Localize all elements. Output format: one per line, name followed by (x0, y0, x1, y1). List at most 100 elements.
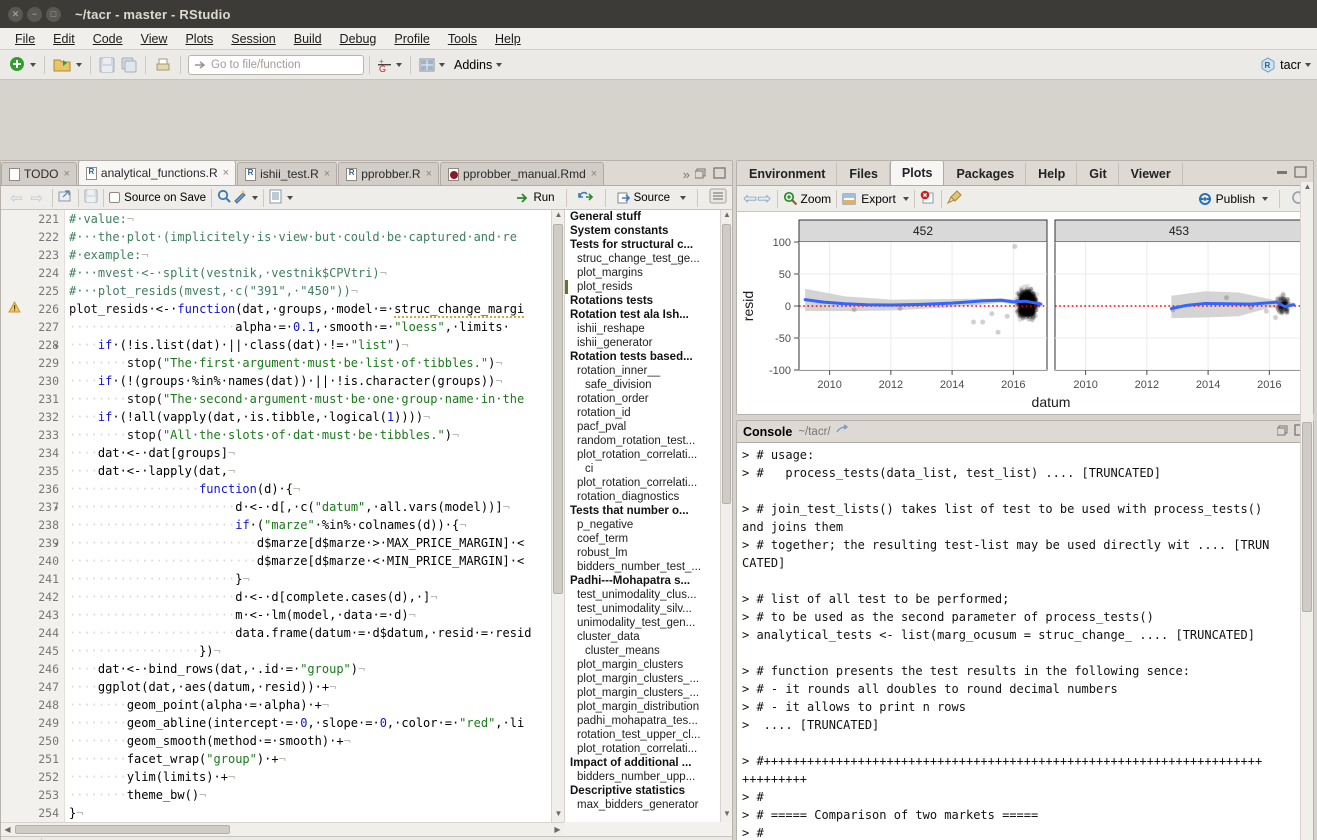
goto-file-function-input[interactable]: Go to file/function (188, 54, 364, 75)
outline-item[interactable]: cluster_data (565, 630, 732, 644)
outline-item[interactable]: pacf_pval (565, 420, 732, 434)
outline-item[interactable]: random_rotation_test... (565, 434, 732, 448)
outline-item[interactable]: ishii_reshape (565, 322, 732, 336)
outline-item[interactable]: padhi_mohapatra_tes... (565, 714, 732, 728)
outline-item[interactable]: plot_rotation_correlati... (565, 476, 732, 490)
minimize-pane-icon[interactable] (694, 167, 708, 182)
editor-tab-todo[interactable]: TODO × (1, 162, 77, 185)
clear-all-plots-icon[interactable] (946, 189, 963, 208)
outline-vertical-scrollbar[interactable]: ▲ ▼ (720, 210, 732, 822)
outline-item[interactable]: rotation_order (565, 392, 732, 406)
compile-report-icon[interactable] (269, 189, 283, 207)
close-tab-icon[interactable]: × (324, 168, 330, 180)
project-selector[interactable]: R tacr (1260, 56, 1311, 73)
scroll-up-icon[interactable]: ▲ (721, 210, 732, 223)
maximize-pane-icon[interactable] (713, 167, 726, 182)
outline-item[interactable]: cluster_means (565, 644, 732, 658)
outline-item[interactable]: General stuff (565, 210, 732, 224)
publish-button[interactable]: Publish (1197, 192, 1268, 206)
outline-item[interactable]: struc_change_test_ge... (565, 252, 732, 266)
zoom-plot-button[interactable]: Zoom (783, 191, 831, 206)
outline-item[interactable]: plot_margin_clusters (565, 658, 732, 672)
tab-git[interactable]: Git (1077, 162, 1119, 185)
chevron-down-icon[interactable] (496, 62, 503, 67)
pane-layout-button[interactable] (416, 57, 448, 73)
source-on-save-checkbox[interactable] (109, 192, 121, 203)
menu-session[interactable]: Session (222, 30, 284, 48)
code-text-area[interactable]: #·value:¬ #···the·plot·(implicitely·is·vi… (65, 210, 564, 822)
menu-view[interactable]: View (132, 30, 177, 48)
forward-icon[interactable]: ⇨ (27, 189, 48, 207)
diagnostic-warning-icon[interactable] (1, 300, 27, 318)
tab-plots[interactable]: Plots (889, 160, 945, 185)
outline-item[interactable]: rotation_diagnostics (565, 490, 732, 504)
open-working-dir-icon[interactable] (835, 424, 850, 439)
outline-item[interactable]: Padhi---Mohapatra s... (565, 574, 732, 588)
tab-help[interactable]: Help (1026, 162, 1078, 185)
close-icon[interactable]: ✕ (8, 6, 23, 22)
editor-scroll-thumb[interactable] (553, 224, 563, 594)
outline-item[interactable]: ci (565, 462, 732, 476)
chevron-down-icon[interactable] (902, 196, 909, 201)
back-icon[interactable]: ⇦ (6, 189, 27, 207)
chevron-down-icon[interactable] (30, 62, 36, 67)
tab-environment[interactable]: Environment (737, 162, 838, 185)
new-file-button[interactable] (6, 55, 39, 74)
outline-item[interactable]: plot_margin_clusters_... (565, 672, 732, 686)
export-plot-button[interactable]: Export (842, 192, 909, 206)
next-plot-icon[interactable]: ⇨ (757, 189, 771, 209)
outline-item[interactable]: unimodality_test_gen... (565, 616, 732, 630)
outline-item[interactable]: test_unimodality_silv... (565, 602, 732, 616)
outline-item[interactable]: Tests for structural c... (565, 238, 732, 252)
source-button[interactable]: Source (617, 192, 670, 204)
save-button[interactable] (96, 56, 118, 74)
close-tab-icon[interactable]: × (223, 167, 229, 179)
scroll-right-icon[interactable]: ▶ (551, 823, 564, 836)
outline-item[interactable]: System constants (565, 224, 732, 238)
editor-tab-pprobber-r[interactable]: pprobber.R × (338, 162, 439, 185)
close-tab-icon[interactable]: × (426, 168, 432, 180)
outline-item[interactable]: test_unimodality_clus... (565, 588, 732, 602)
outline-item[interactable]: Rotation tests based... (565, 350, 732, 364)
editor-vertical-scrollbar[interactable]: ▲ ▼ (551, 210, 564, 822)
menu-code[interactable]: Code (84, 30, 132, 48)
show-in-new-window-icon[interactable] (58, 189, 73, 206)
outline-item[interactable]: ishii_generator (565, 336, 732, 350)
outline-item[interactable]: plot_resids (565, 280, 732, 294)
outline-scroll-thumb[interactable] (722, 224, 731, 504)
chevron-down-icon[interactable] (76, 62, 82, 67)
outline-item[interactable]: plot_margin_clusters_... (565, 686, 732, 700)
outline-item[interactable]: Rotations tests (565, 294, 732, 308)
code-tools-icon[interactable] (232, 189, 248, 207)
outline-item[interactable]: safe_division (565, 378, 732, 392)
chevron-down-icon[interactable] (1305, 62, 1311, 67)
outline-item[interactable]: plot_rotation_correlati... (565, 742, 732, 756)
close-tab-icon[interactable]: × (63, 168, 69, 180)
menu-profile[interactable]: Profile (385, 30, 438, 48)
more-tabs-icon[interactable]: » (683, 167, 690, 182)
print-button[interactable] (151, 56, 175, 74)
minimize-icon[interactable]: − (27, 6, 42, 22)
editor-tab-analytical-functions-r[interactable]: analytical_functions.R × (77, 160, 237, 185)
menu-debug[interactable]: Debug (331, 30, 386, 48)
outline-item[interactable]: plot_rotation_correlati... (565, 448, 732, 462)
document-outline-panel[interactable]: General stuff System constants Tests for s… (564, 210, 732, 822)
maximize-icon[interactable]: □ (46, 6, 61, 22)
outline-item[interactable]: coef_term (565, 532, 732, 546)
remove-plot-icon[interactable] (920, 190, 936, 208)
outline-item[interactable]: plot_margins (565, 266, 732, 280)
menu-tools[interactable]: Tools (439, 30, 486, 48)
addins-button[interactable]: Addins (454, 58, 503, 72)
scroll-left-icon[interactable]: ◀ (1, 823, 14, 836)
open-file-button[interactable] (50, 56, 85, 74)
editor-hscroll-thumb[interactable] (15, 825, 230, 834)
editor-tab-pprobber-manual-rmd[interactable]: pprobber_manual.Rmd × (440, 162, 605, 185)
console-output[interactable]: > # usage: > # process_tests(data_list, t… (737, 443, 1313, 840)
rerun-button[interactable] (577, 190, 594, 206)
menu-build[interactable]: Build (285, 30, 331, 48)
scroll-up-icon[interactable]: ▲ (1301, 182, 1314, 195)
outline-item[interactable]: bidders_number_upp... (565, 770, 732, 784)
find-icon[interactable] (217, 189, 232, 207)
menu-help[interactable]: Help (486, 30, 530, 48)
outline-item[interactable]: plot_margin_distribution (565, 700, 732, 714)
